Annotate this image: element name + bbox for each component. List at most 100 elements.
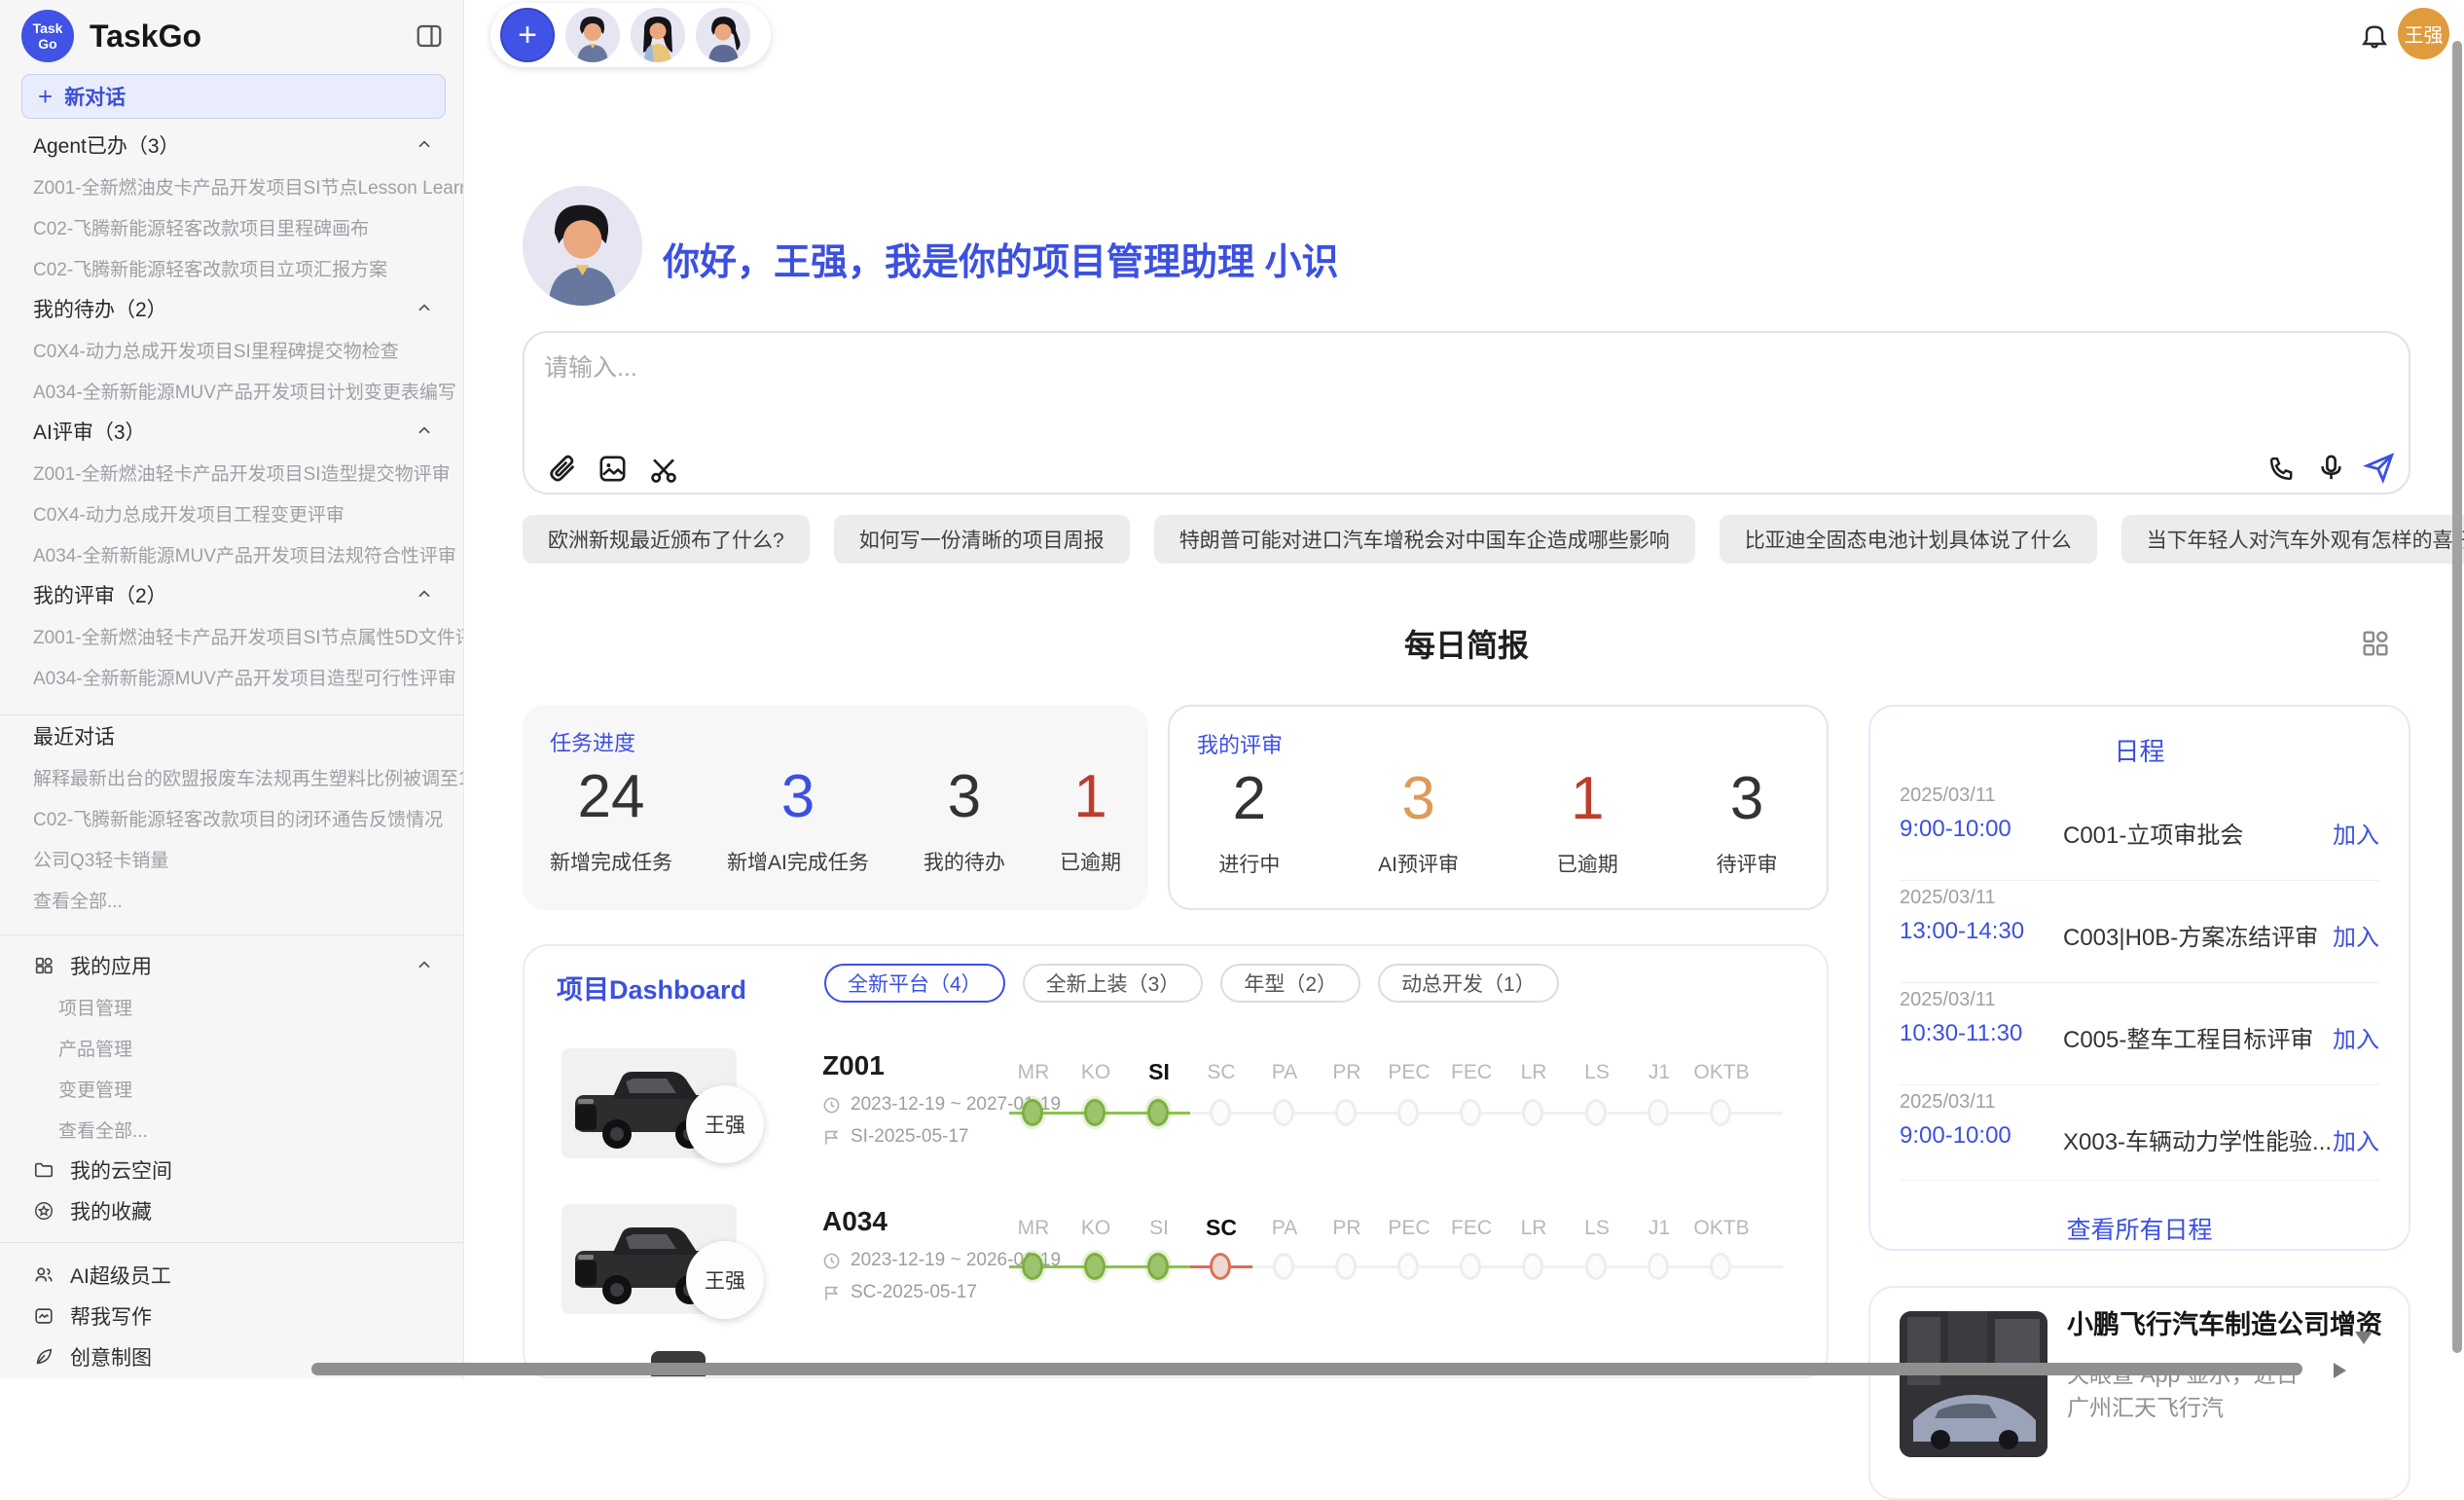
list-item[interactable]: C0X4-动力总成开发项目SI里程碑提交物检查	[0, 329, 463, 370]
milestone-node[interactable]	[1710, 1253, 1731, 1280]
join-button[interactable]: 加入	[2333, 1020, 2379, 1054]
chevron-up-icon[interactable]	[415, 135, 434, 155]
add-contact-button[interactable]: +	[500, 8, 555, 62]
milestone-node[interactable]	[1084, 1253, 1105, 1280]
sidebar-item-my-apps[interactable]: 我的应用	[0, 945, 463, 986]
milestone-node[interactable]	[1585, 1253, 1607, 1280]
project-code[interactable]: Z001	[822, 1050, 885, 1081]
chevron-up-icon[interactable]	[415, 956, 434, 975]
scroll-right-arrow-icon[interactable]	[2334, 1363, 2346, 1378]
milestone-node[interactable]	[1022, 1253, 1043, 1280]
tab-all-new-platform[interactable]: 全新平台（4）	[824, 964, 1005, 1003]
current-user-avatar[interactable]: 王强	[2398, 8, 2449, 59]
new-chat-button[interactable]: + 新对话	[21, 74, 446, 119]
horizontal-scrollbar[interactable]	[311, 1363, 2302, 1375]
card-title: 我的评审	[1197, 728, 1283, 759]
list-item[interactable]: Z001-全新燃油轻卡产品开发项目SI造型提交物评审	[0, 452, 463, 493]
list-item[interactable]: C02-飞腾新能源轻客改款项目里程碑画布	[0, 206, 463, 247]
milestone-node[interactable]	[1335, 1253, 1357, 1280]
section-agent-done[interactable]: Agent已办（3）	[0, 125, 463, 165]
tab-year-model[interactable]: 年型（2）	[1220, 964, 1360, 1003]
layout-grid-icon[interactable]	[2359, 627, 2392, 660]
milestone-node[interactable]	[1210, 1099, 1231, 1126]
suggestion-chip[interactable]: 欧洲新规最近颁布了什么?	[523, 515, 810, 564]
avatar[interactable]	[696, 8, 750, 62]
daily-briefing-title: 每日简报	[523, 621, 2410, 666]
section-ai-review[interactable]: AI评审（3）	[0, 411, 463, 452]
notifications-bell-icon[interactable]	[2359, 20, 2390, 52]
chevron-up-icon[interactable]	[415, 299, 434, 318]
milestone-node[interactable]	[1648, 1253, 1669, 1280]
milestone-node[interactable]	[1273, 1099, 1294, 1126]
milestone-label: J1	[1628, 1061, 1690, 1084]
vertical-scrollbar[interactable]	[2452, 41, 2462, 1353]
divider	[1900, 982, 2379, 983]
list-item[interactable]: A034-全新新能源MUV产品开发项目计划变更表编写	[0, 370, 463, 411]
list-item[interactable]: Z001-全新燃油轻卡产品开发项目SI节点属性5D文件评审	[0, 615, 463, 656]
list-item[interactable]: A034-全新新能源MUV产品开发项目造型可行性评审	[0, 656, 463, 697]
list-item[interactable]: C02-飞腾新能源轻客改款项目立项汇报方案	[0, 247, 463, 288]
milestone-node[interactable]	[1084, 1099, 1105, 1126]
attachment-icon[interactable]	[546, 452, 579, 485]
milestone-node[interactable]	[1397, 1099, 1419, 1126]
section-my-review[interactable]: 我的评审（2）	[0, 574, 463, 615]
list-item[interactable]: Z001-全新燃油皮卡产品开发项目SI节点Lesson Learn报告	[0, 165, 463, 206]
milestone-node[interactable]	[1335, 1099, 1357, 1126]
project-code[interactable]: A034	[822, 1206, 888, 1237]
list-item[interactable]: A034-全新新能源MUV产品开发项目法规符合性评审	[0, 533, 463, 574]
list-item[interactable]: C0X4-动力总成开发项目工程变更评审	[0, 493, 463, 533]
avatar[interactable]	[565, 8, 620, 62]
milestone-node[interactable]	[1147, 1253, 1169, 1280]
milestone-node[interactable]	[1273, 1253, 1294, 1280]
phone-icon[interactable]	[2266, 454, 2300, 487]
milestone-node[interactable]	[1147, 1099, 1169, 1126]
milestone-node[interactable]	[1397, 1253, 1419, 1280]
tab-new-body[interactable]: 全新上装（3）	[1023, 964, 1204, 1003]
join-button[interactable]: 加入	[2333, 918, 2379, 952]
avatar[interactable]	[631, 8, 685, 62]
milestone-node[interactable]	[1522, 1099, 1543, 1126]
scissors-icon[interactable]	[647, 454, 680, 487]
sidebar-item-help-me-write[interactable]: 帮我写作	[0, 1296, 463, 1336]
milestone-node[interactable]	[1648, 1099, 1669, 1126]
sidebar-item-favorites[interactable]: 我的收藏	[0, 1190, 463, 1231]
sidebar-item-project-mgmt[interactable]: 项目管理	[0, 986, 463, 1027]
chat-input[interactable]	[542, 347, 2375, 428]
milestone-node[interactable]	[1710, 1099, 1731, 1126]
milestone-node[interactable]	[1460, 1253, 1481, 1280]
sidebar-collapse-icon[interactable]	[415, 21, 444, 51]
image-icon[interactable]	[597, 453, 630, 486]
join-button[interactable]: 加入	[2333, 816, 2379, 850]
section-my-todo[interactable]: 我的待办（2）	[0, 288, 463, 329]
sidebar-item-product-mgmt[interactable]: 产品管理	[0, 1027, 463, 1068]
milestone-node[interactable]	[1210, 1253, 1231, 1280]
milestone-node[interactable]	[1022, 1099, 1043, 1126]
suggestion-chip[interactable]: 特朗普可能对进口汽车增税会对中国车企造成哪些影响	[1154, 515, 1695, 564]
suggestion-chip[interactable]: 当下年轻人对汽车外观有怎样的喜好趋势	[2121, 515, 2464, 564]
view-all-chats-link[interactable]: 查看全部...	[0, 879, 463, 920]
list-item[interactable]: 公司Q3轻卡销量	[0, 838, 463, 879]
view-all-schedule-link[interactable]: 查看所有日程	[1870, 1211, 2409, 1246]
sidebar-item-change-mgmt[interactable]: 变更管理	[0, 1068, 463, 1109]
chevron-up-icon[interactable]	[415, 585, 434, 604]
sidebar-item-ai-super-staff[interactable]: AI超级员工	[0, 1255, 463, 1296]
milestone-label: LS	[1566, 1217, 1628, 1240]
divider	[1900, 1180, 2379, 1181]
join-button[interactable]: 加入	[2333, 1122, 2379, 1156]
mic-icon[interactable]	[2315, 452, 2348, 485]
chevron-up-icon[interactable]	[415, 421, 434, 441]
send-icon[interactable]	[2362, 450, 2395, 483]
suggestion-chip[interactable]: 如何写一份清晰的项目周报	[834, 515, 1130, 564]
scroll-down-arrow-icon[interactable]	[2355, 1332, 2373, 1344]
list-item[interactable]: 解释最新出台的欧盟报废车法规再生塑料比例被调至15%...	[0, 756, 463, 797]
news-card[interactable]: 小鹏飞行汽车制造公司增资 天眼查 App 显示，近日广州汇天飞行汽	[1868, 1286, 2410, 1500]
tab-powertrain[interactable]: 动总开发（1）	[1378, 964, 1559, 1003]
view-all-apps-link[interactable]: 查看全部...	[0, 1109, 463, 1150]
milestone-node[interactable]	[1460, 1099, 1481, 1126]
suggestion-chip[interactable]: 比亚迪全固态电池计划具体说了什么	[1720, 515, 2097, 564]
sidebar-item-cloud-space[interactable]: 我的云空间	[0, 1150, 463, 1190]
milestone-node[interactable]	[1522, 1253, 1543, 1280]
list-item[interactable]: C02-飞腾新能源轻客改款项目的闭环通告反馈情况	[0, 797, 463, 838]
clock-icon	[822, 1096, 841, 1115]
milestone-node[interactable]	[1585, 1099, 1607, 1126]
